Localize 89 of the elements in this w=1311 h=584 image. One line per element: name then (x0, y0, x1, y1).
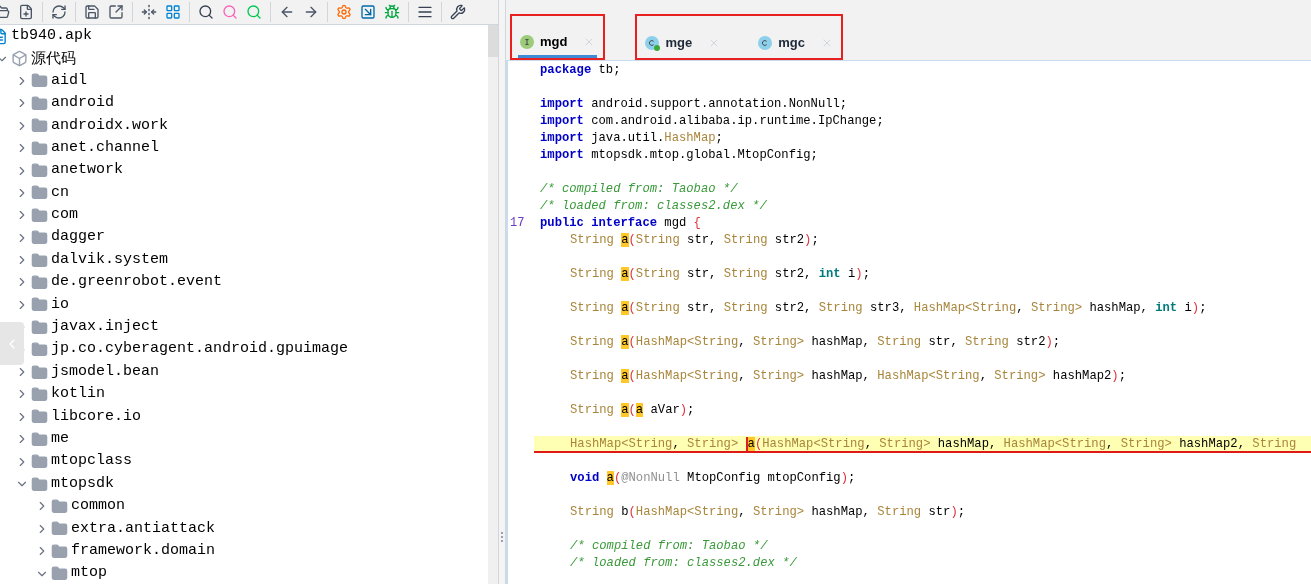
code-line: String b(HashMap<String, String> hashMap, String str); (569, 504, 966, 521)
document-icon[interactable] (360, 4, 376, 20)
folder-icon (31, 117, 48, 135)
tree-item[interactable]: libcore.io (51, 405, 141, 429)
folder-icon (51, 565, 68, 583)
folder-icon (31, 162, 48, 180)
folder-icon (51, 542, 68, 560)
interface-icon (520, 34, 534, 49)
search-class-icon[interactable] (222, 4, 238, 20)
code-line: /* compiled from: Taobao */ (569, 538, 768, 555)
tree-item[interactable]: tb940.apk (11, 25, 92, 48)
tree-item[interactable]: jp.co.cyberagent.android.gpuimage (51, 338, 349, 361)
tree-item[interactable]: kotlin (51, 383, 105, 406)
tree-item[interactable]: androidx.work (51, 114, 169, 137)
debug-icon[interactable] (384, 4, 400, 20)
tree-item[interactable]: de.greenrobot.event (51, 271, 223, 294)
grid-folder-icon[interactable] (165, 4, 181, 20)
tree-item[interactable]: mtop (71, 562, 107, 584)
code-line: /* loaded from: classes2.dex */ (540, 198, 767, 215)
folder-icon (31, 475, 48, 493)
code-line: import java.util.HashMap; (540, 130, 723, 147)
log-icon[interactable] (417, 4, 433, 20)
refresh-icon[interactable] (51, 4, 67, 20)
code-line: /* compiled from: Taobao */ (540, 181, 738, 198)
code-line: /* loaded from: classes2.dex */ (569, 555, 797, 572)
tree-item[interactable]: mtopclass (51, 450, 132, 473)
tree-item[interactable]: jsmodel.bean (51, 360, 160, 384)
code-line: String a(HashMap<String, String> hashMap, String str, String str2); (569, 334, 1061, 351)
tree-item[interactable]: common (71, 495, 125, 518)
tree-item[interactable]: 源代码 (31, 47, 76, 70)
code-line: import mtopsdk.mtop.global.MtopConfig; (540, 147, 818, 164)
code-line: String a(String str, String str2); (569, 232, 819, 249)
folder-icon (31, 251, 48, 269)
tree-item[interactable]: javax.inject (51, 316, 160, 339)
tree-item[interactable]: mtopsdk (51, 472, 114, 496)
folder-icon (31, 229, 48, 247)
code-line: String a(String str, String str2, String str3, HashMap<String, String> hashMap, int i); (569, 300, 1207, 317)
code-line: String a(HashMap<String, String> hashMap, HashMap<String, String> hashMap2); (569, 368, 1126, 385)
save-icon[interactable] (84, 4, 100, 20)
code-line: String a(a aVar); (569, 402, 695, 419)
folder-icon (31, 184, 48, 202)
code-line: public interface mgd { (540, 215, 701, 232)
export-icon[interactable] (108, 4, 124, 20)
collapse-icon[interactable] (141, 4, 157, 20)
back-icon[interactable] (279, 4, 295, 20)
folder-icon (31, 296, 48, 314)
code-editor[interactable] (506, 60, 1311, 584)
folder-icon (31, 72, 48, 90)
folder-icon (31, 139, 48, 157)
folder-icon (31, 453, 48, 471)
preferences-icon[interactable] (450, 4, 466, 20)
folder-icon (31, 318, 48, 336)
folder-icon (51, 497, 68, 515)
editor-tab[interactable]: mgc (756, 28, 835, 58)
tree-item[interactable]: dagger (51, 226, 105, 249)
tree-item[interactable]: android (51, 92, 114, 115)
folder-icon (31, 341, 48, 359)
tree-item[interactable]: dalvik.system (51, 248, 169, 272)
tree-item[interactable]: anetwork (51, 159, 123, 182)
folder-icon (31, 408, 48, 426)
folder-icon (31, 206, 48, 224)
search-icon[interactable] (198, 4, 214, 20)
line-number: 17 (510, 216, 525, 230)
folder-icon (51, 520, 68, 538)
code-line: import com.android.alibaba.ip.runtime.IpChange; (540, 113, 884, 130)
tree-item[interactable]: cn (51, 181, 69, 205)
folder-icon (31, 274, 48, 291)
tree-item[interactable]: aidl (51, 69, 87, 93)
tree-item[interactable]: anet.channel (51, 136, 160, 160)
class-icon (645, 36, 660, 50)
folder-icon (31, 94, 48, 112)
package-icon (11, 50, 28, 68)
class-icon (758, 36, 773, 50)
code-line: String a(String str, String str2, int i); (569, 266, 870, 283)
tree-item[interactable]: framework.domain (71, 539, 216, 563)
folder-icon (31, 385, 48, 403)
code-line: package tb; (540, 62, 621, 79)
tree-item[interactable]: extra.antiattack (71, 517, 216, 541)
forward-icon[interactable] (303, 4, 319, 20)
collapse-handle[interactable] (0, 322, 24, 365)
tree-item[interactable]: io (51, 293, 69, 317)
editor-tab[interactable]: mge (643, 28, 723, 58)
add-file-icon[interactable] (18, 4, 34, 20)
tree-item[interactable]: com (51, 204, 78, 227)
settings-icon[interactable] (336, 4, 352, 20)
code-line: import android.support.annotation.NonNull; (540, 96, 848, 113)
tree-item[interactable]: me (51, 428, 69, 451)
folder-icon (31, 430, 48, 448)
folder-icon (31, 363, 48, 381)
